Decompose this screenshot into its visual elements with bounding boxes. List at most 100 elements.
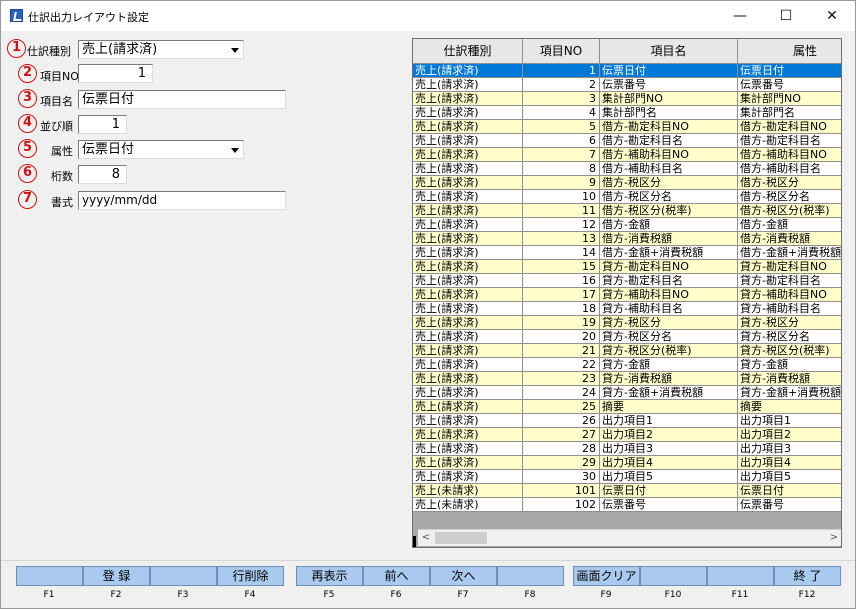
cell-item-no: 102 <box>523 498 600 512</box>
cell-attribute: 借方-税区分名 <box>738 190 841 204</box>
fkey-f8-label: F8 <box>524 590 536 600</box>
cell-attribute: 伝票日付 <box>738 484 841 498</box>
table-row[interactable]: 売上(請求済) 7 借方-補助科目NO 借方-補助科目NO <box>413 148 841 162</box>
maximize-button[interactable]: ☐ <box>763 1 809 31</box>
label-item-no: 項目NO <box>40 70 79 83</box>
table-row[interactable]: 売上(請求済) 18 貸方-補助科目名 貸方-補助科目名 <box>413 302 841 316</box>
table-row[interactable]: 売上(請求済) 17 貸方-補助科目NO 貸方-補助科目NO <box>413 288 841 302</box>
cell-attribute: 出力項目3 <box>738 442 841 456</box>
table-row[interactable]: 売上(請求済) 24 貸方-金額+消費税額 貸方-金額+消費税額 <box>413 386 841 400</box>
table-row[interactable]: 売上(請求済) 1 伝票日付 伝票日付 <box>413 64 841 78</box>
cell-item-name: 貸方-補助科目名 <box>600 302 738 316</box>
cell-attribute: 貸方-税区分(税率) <box>738 344 841 358</box>
table-row[interactable]: 売上(請求済) 21 貸方-税区分(税率) 貸方-税区分(税率) <box>413 344 841 358</box>
fkey-f12-button[interactable]: 終 了 <box>774 566 841 586</box>
table-row[interactable]: 売上(請求済) 25 摘要 摘要 <box>413 400 841 414</box>
item-name-field[interactable]: 伝票日付 <box>78 90 286 109</box>
cell-journal-type: 売上(請求済) <box>413 162 523 176</box>
cell-item-name: 借方-補助科目NO <box>600 148 738 162</box>
cell-attribute: 貸方-勘定科目名 <box>738 274 841 288</box>
close-button[interactable]: ✕ <box>809 1 855 31</box>
scroll-right-icon[interactable]: > <box>826 530 841 546</box>
table-row[interactable]: 売上(請求済) 28 出力項目3 出力項目3 <box>413 442 841 456</box>
cell-item-no: 25 <box>523 400 600 414</box>
cell-item-name: 出力項目4 <box>600 456 738 470</box>
cell-journal-type: 売上(請求済) <box>413 428 523 442</box>
table-row[interactable]: 売上(請求済) 23 貸方-消費税額 貸方-消費税額 <box>413 372 841 386</box>
table-row[interactable]: 売上(未請求) 102 伝票番号 伝票番号 <box>413 498 841 512</box>
fkey-f6-button[interactable]: 前へ <box>363 566 430 586</box>
header-column-journal-type[interactable]: 仕訳種別 <box>413 39 523 64</box>
fkey-f10-label: F10 <box>664 590 682 600</box>
cell-item-no: 27 <box>523 428 600 442</box>
fkey-f4-button[interactable]: 行削除 <box>217 566 284 586</box>
table-row[interactable]: 売上(請求済) 9 借方-税区分 借方-税区分 <box>413 176 841 190</box>
cell-attribute: 貸方-税区分名 <box>738 330 841 344</box>
attribute-select[interactable]: 伝票日付 <box>78 140 244 159</box>
cell-item-no: 14 <box>523 246 600 260</box>
title-bar: 仕訳出力レイアウト設定 — ☐ ✕ <box>1 1 855 31</box>
cell-attribute: 貸方-金額+消費税額 <box>738 386 841 400</box>
fkey-f1-button[interactable] <box>16 566 83 586</box>
cell-journal-type: 売上(請求済) <box>413 358 523 372</box>
cell-attribute: 借方-税区分(税率) <box>738 204 841 218</box>
table-row[interactable]: 売上(請求済) 13 借方-消費税額 借方-消費税額 <box>413 232 841 246</box>
table-row[interactable]: 売上(請求済) 19 貸方-税区分 貸方-税区分 <box>413 316 841 330</box>
cell-item-name: 貸方-金額+消費税額 <box>600 386 738 400</box>
scroll-left-icon[interactable]: < <box>418 530 434 546</box>
fkey-f3-button[interactable] <box>150 566 217 586</box>
table-row[interactable]: 売上(請求済) 22 貸方-金額 貸方-金額 <box>413 358 841 372</box>
callout-7: 7 <box>18 190 37 209</box>
format-field[interactable]: yyyy/mm/dd <box>78 191 286 210</box>
cell-item-no: 8 <box>523 162 600 176</box>
callout-1: 1 <box>7 39 26 58</box>
fkey-f11-button[interactable] <box>707 566 774 586</box>
fkey-f2-button[interactable]: 登 録 <box>83 566 150 586</box>
cell-item-name: 集計部門NO <box>600 92 738 106</box>
cell-item-name: 借方-金額+消費税額 <box>600 246 738 260</box>
dropdown-arrow-icon[interactable] <box>227 141 243 158</box>
fkey-f10-button[interactable] <box>640 566 707 586</box>
table-row[interactable]: 売上(未請求) 101 伝票日付 伝票日付 <box>413 484 841 498</box>
header-column-attribute[interactable]: 属性 <box>738 39 841 64</box>
scroll-thumb[interactable] <box>435 532 487 544</box>
digits-field[interactable]: 8 <box>78 165 127 184</box>
table-row[interactable]: 売上(請求済) 16 貸方-勘定科目名 貸方-勘定科目名 <box>413 274 841 288</box>
table-row[interactable]: 売上(請求済) 12 借方-金額 借方-金額 <box>413 218 841 232</box>
table-row[interactable]: 売上(請求済) 4 集計部門名 集計部門名 <box>413 106 841 120</box>
header-column-item-name[interactable]: 項目名 <box>600 39 738 64</box>
sort-order-field[interactable]: 1 <box>78 115 127 134</box>
dropdown-arrow-icon[interactable] <box>227 41 243 58</box>
cell-journal-type: 売上(請求済) <box>413 120 523 134</box>
table-row[interactable]: 売上(請求済) 11 借方-税区分(税率) 借方-税区分(税率) <box>413 204 841 218</box>
table-row[interactable]: 売上(請求済) 10 借方-税区分名 借方-税区分名 <box>413 190 841 204</box>
table-row[interactable]: 売上(請求済) 27 出力項目2 出力項目2 <box>413 428 841 442</box>
fkey-f9-button[interactable]: 画面クリア <box>573 566 640 586</box>
minimize-button[interactable]: — <box>717 1 763 31</box>
item-no-field[interactable]: 1 <box>78 64 153 83</box>
table-row[interactable]: 売上(請求済) 3 集計部門NO 集計部門NO <box>413 92 841 106</box>
table-row[interactable]: 売上(請求済) 5 借方-勘定科目NO 借方-勘定科目NO <box>413 120 841 134</box>
layout-grid[interactable]: 仕訳種別 項目NO 項目名 属性 売上(請求済) 1 伝票日付 伝票日付 売上(請求済) 2 伝票… <box>412 38 842 548</box>
table-row[interactable]: 売上(請求済) 26 出力項目1 出力項目1 <box>413 414 841 428</box>
journal-type-select[interactable]: 売上(請求済) <box>78 40 244 59</box>
table-row[interactable]: 売上(請求済) 2 伝票番号 伝票番号 <box>413 78 841 92</box>
fkey-f5-label: F5 <box>323 590 335 600</box>
fkey-f7-button[interactable]: 次へ <box>430 566 497 586</box>
table-row[interactable]: 売上(請求済) 30 出力項目5 出力項目5 <box>413 470 841 484</box>
fkey-f8-button[interactable] <box>497 566 564 586</box>
table-row[interactable]: 売上(請求済) 15 貸方-勘定科目NO 貸方-勘定科目NO <box>413 260 841 274</box>
cell-attribute: 借方-補助科目NO <box>738 148 841 162</box>
fkey-f5-button[interactable]: 再表示 <box>296 566 363 586</box>
cell-journal-type: 売上(請求済) <box>413 92 523 106</box>
table-row[interactable]: 売上(請求済) 14 借方-金額+消費税額 借方-金額+消費税額 <box>413 246 841 260</box>
table-row[interactable]: 売上(請求済) 20 貸方-税区分名 貸方-税区分名 <box>413 330 841 344</box>
fkey-f11-label: F11 <box>731 590 749 600</box>
header-column-item-no[interactable]: 項目NO <box>523 39 600 64</box>
horizontal-scrollbar[interactable]: < > <box>418 529 841 546</box>
table-row[interactable]: 売上(請求済) 6 借方-勘定科目名 借方-勘定科目名 <box>413 134 841 148</box>
cell-journal-type: 売上(請求済) <box>413 344 523 358</box>
cell-attribute: 借方-税区分 <box>738 176 841 190</box>
table-row[interactable]: 売上(請求済) 29 出力項目4 出力項目4 <box>413 456 841 470</box>
table-row[interactable]: 売上(請求済) 8 借方-補助科目名 借方-補助科目名 <box>413 162 841 176</box>
